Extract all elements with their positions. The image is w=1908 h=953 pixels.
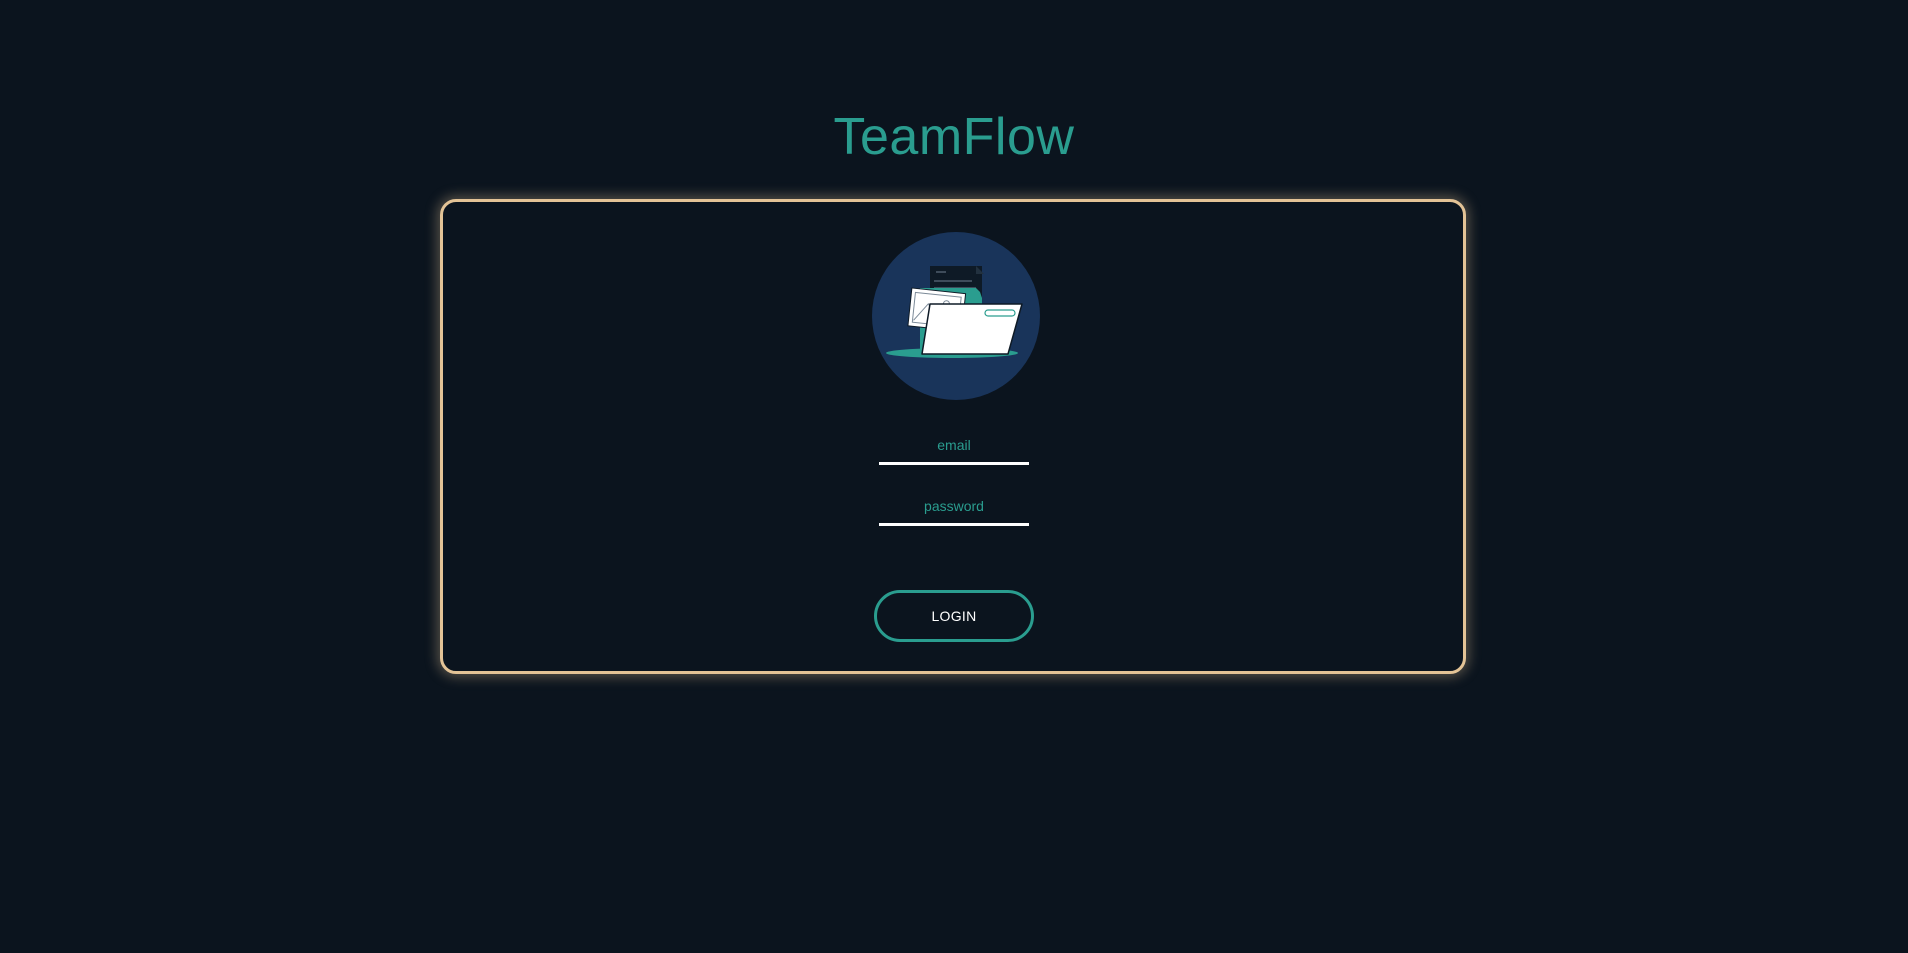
login-button[interactable]: LOGIN: [874, 590, 1034, 642]
email-field[interactable]: [879, 433, 1029, 465]
folder-documents-icon: [872, 232, 1040, 400]
login-card: LOGIN: [440, 199, 1466, 674]
login-page: TeamFlow email LOGIN: [0, 0, 1908, 953]
folder-illustration: [886, 266, 1023, 358]
app-title: TeamFlow: [833, 108, 1075, 166]
password-field[interactable]: [879, 494, 1029, 526]
